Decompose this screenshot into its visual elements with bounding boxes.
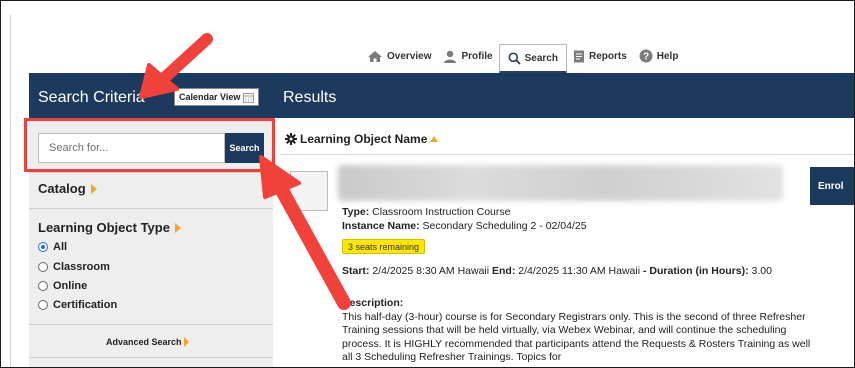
radio-classroom-label: Classroom <box>53 261 110 273</box>
nav-reports[interactable]: Reports <box>567 45 633 67</box>
svg-text:?: ? <box>643 52 649 63</box>
header-bar <box>29 73 854 118</box>
nav-overview-label: Overview <box>387 50 432 62</box>
calendar-icon <box>243 92 255 103</box>
end-label: End: <box>492 265 516 277</box>
catalog-label: Catalog <box>38 181 86 196</box>
calendar-view-button[interactable]: Calendar View <box>174 88 260 106</box>
course-type: Type: Classroom Instruction Course <box>342 206 510 219</box>
learning-object-type-toggle[interactable]: Learning Object Type <box>38 220 181 235</box>
divider <box>29 324 273 325</box>
nav-help-label: Help <box>656 50 679 62</box>
type-value: Classroom Instruction Course <box>372 206 511 218</box>
divider <box>29 208 273 209</box>
radio-certification[interactable]: Certification <box>38 299 117 311</box>
radio-classroom[interactable]: Classroom <box>38 261 110 273</box>
nav-profile-label: Profile <box>461 50 493 62</box>
instance-name: Instance Name: Secondary Scheduling 2 - … <box>342 220 587 233</box>
search-input[interactable] <box>38 133 225 163</box>
search-icon <box>508 52 521 65</box>
nav-profile[interactable]: Profile <box>437 45 498 67</box>
search-criteria-title: Search Criteria <box>38 89 145 106</box>
triangle-right-icon <box>183 337 189 347</box>
divider <box>29 172 273 173</box>
nav-help[interactable]: ? Help <box>633 45 685 67</box>
top-navigation: Overview Profile Search Reports ? Help <box>361 44 685 74</box>
divider <box>279 154 854 155</box>
seats-remaining-badge: 3 seats remaining <box>342 239 426 254</box>
learning-object-type-label: Learning Object Type <box>38 220 170 235</box>
window-edge-line <box>10 15 11 367</box>
radio-certification-label: Certification <box>53 299 118 311</box>
course-thumbnail <box>290 171 328 211</box>
duration-value: 3.00 <box>751 265 772 277</box>
radio-all[interactable]: All <box>38 241 67 253</box>
catalog-toggle[interactable]: Catalog <box>38 181 97 196</box>
radio-online[interactable]: Online <box>38 280 87 292</box>
sort-header-label: Learning Object Name <box>300 132 428 146</box>
radio-unchecked-icon[interactable] <box>38 281 48 291</box>
home-icon <box>368 50 382 62</box>
triangle-right-icon <box>174 222 181 233</box>
nav-reports-label: Reports <box>588 50 627 62</box>
description-text: This half-day (3-hour) course is for Sec… <box>342 311 811 364</box>
divider <box>29 357 273 358</box>
radio-unchecked-icon[interactable] <box>38 262 48 272</box>
schedule-info: Start: 2/4/2025 8:30 AM Hawaii End: 2/4/… <box>342 265 812 278</box>
instance-value: Secondary Scheduling 2 - 02/04/25 <box>422 220 587 232</box>
duration-label: - Duration (in Hours): <box>643 265 749 277</box>
nav-overview[interactable]: Overview <box>361 45 437 67</box>
radio-unchecked-icon[interactable] <box>38 300 48 310</box>
help-icon: ? <box>639 49 653 63</box>
document-icon <box>573 50 584 62</box>
results-title: Results <box>283 89 337 106</box>
end-value: 2/4/2025 11:30 AM Hawaii <box>518 265 641 277</box>
screenshot-frame: Overview Profile Search Reports ? Help S… <box>0 0 855 368</box>
radio-online-label: Online <box>53 280 88 292</box>
user-icon <box>444 50 457 63</box>
sort-asc-icon <box>430 136 439 142</box>
gear-icon <box>285 133 297 145</box>
advanced-search-label: Advanced Search <box>106 337 182 347</box>
radio-checked-icon[interactable] <box>38 242 48 252</box>
blurred-course-title <box>338 165 783 201</box>
sort-learning-object-name[interactable]: Learning Object Name <box>285 132 439 146</box>
nav-search-label: Search <box>524 52 558 64</box>
start-value: 2/4/2025 8:30 AM Hawaii <box>372 265 490 277</box>
nav-search[interactable]: Search <box>498 44 567 74</box>
advanced-search-link[interactable]: Advanced Search <box>106 337 189 347</box>
radio-all-label: All <box>53 241 68 253</box>
enroll-button[interactable]: Enrol <box>810 167 854 205</box>
enroll-label: Enrol <box>818 180 844 192</box>
triangle-right-icon <box>90 183 97 194</box>
type-label: Type: <box>342 206 370 218</box>
description-label: Description: <box>342 297 404 309</box>
instance-label: Instance Name: <box>342 220 420 232</box>
description-heading: Description: <box>342 297 403 310</box>
search-button[interactable]: Search <box>225 133 264 163</box>
calendar-view-label: Calendar View <box>179 92 241 102</box>
start-label: Start: <box>342 265 370 277</box>
